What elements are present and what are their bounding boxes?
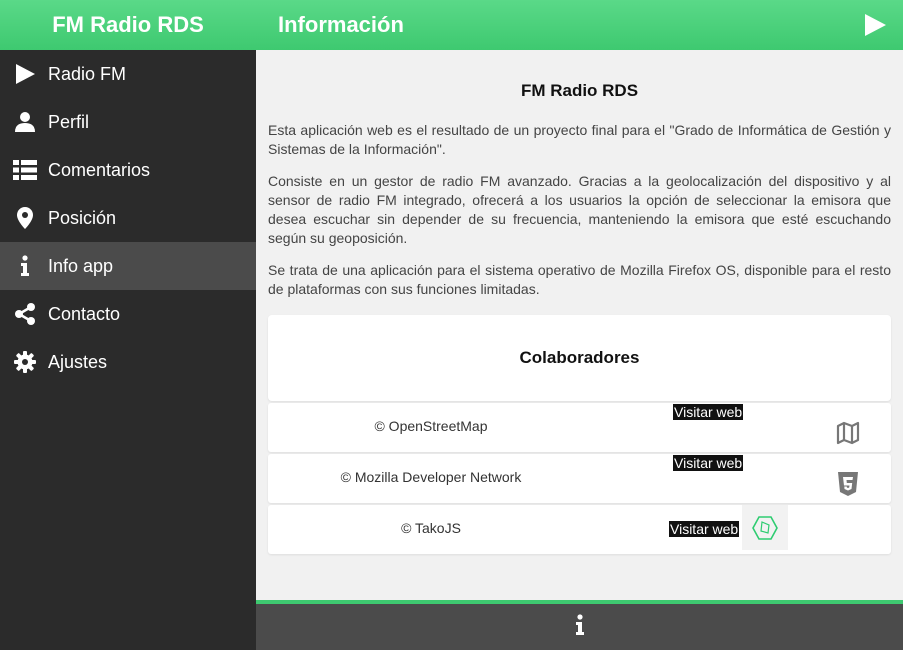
sidebar-item-radio-fm[interactable]: Radio FM bbox=[0, 50, 256, 98]
sidebar-item-label: Contacto bbox=[48, 303, 121, 324]
app-title: FM Radio RDS bbox=[52, 12, 204, 37]
page-title: Información bbox=[278, 12, 404, 37]
info-icon[interactable] bbox=[574, 613, 586, 641]
collaborator-row: © Mozilla Developer Network Visitar web bbox=[268, 454, 891, 503]
play-icon[interactable] bbox=[863, 13, 887, 37]
html5-icon bbox=[837, 472, 861, 496]
sidebar: FM Radio RDS Radio FM Perfil Comentarios… bbox=[0, 0, 256, 650]
map-icon bbox=[836, 421, 860, 445]
list-icon bbox=[0, 160, 48, 180]
sidebar-item-contacto[interactable]: Contacto bbox=[0, 290, 256, 338]
collaborator-name: © TakoJS bbox=[401, 520, 461, 536]
user-icon bbox=[0, 111, 48, 133]
sidebar-item-label: Comentarios bbox=[48, 159, 151, 180]
top-bar: Información bbox=[256, 0, 903, 50]
visit-web-link[interactable]: Visitar web bbox=[673, 404, 744, 420]
sidebar-item-label: Posición bbox=[48, 207, 117, 228]
collaborator-name: © OpenStreetMap bbox=[374, 418, 488, 434]
sidebar-item-posicion[interactable]: Posición bbox=[0, 194, 256, 242]
gear-icon bbox=[0, 351, 48, 373]
collaborator-row: © OpenStreetMap Visitar web bbox=[268, 403, 891, 452]
takojs-logo-icon bbox=[742, 505, 788, 550]
map-marker-icon bbox=[0, 207, 48, 229]
info-icon bbox=[0, 255, 48, 277]
sidebar-item-comentarios[interactable]: Comentarios bbox=[0, 146, 256, 194]
sidebar-item-ajustes[interactable]: Ajustes bbox=[0, 338, 256, 386]
sidebar-item-perfil[interactable]: Perfil bbox=[0, 98, 256, 146]
sidebar-item-label: Info app bbox=[48, 255, 114, 276]
share-icon bbox=[0, 303, 48, 325]
sidebar-item-label: Perfil bbox=[48, 111, 90, 132]
play-icon bbox=[0, 63, 48, 85]
description-paragraph: Esta aplicación web es el resultado de u… bbox=[268, 122, 891, 157]
visit-web-link[interactable]: Visitar web bbox=[669, 521, 740, 537]
sidebar-header: FM Radio RDS bbox=[0, 0, 256, 50]
main-content: FM Radio RDS Esta aplicación web es el r… bbox=[256, 50, 903, 600]
visit-web-link[interactable]: Visitar web bbox=[673, 455, 744, 471]
collaborators-header: Colaboradores bbox=[268, 315, 891, 401]
app-heading: FM Radio RDS bbox=[520, 81, 639, 100]
collaborator-name: © Mozilla Developer Network bbox=[340, 469, 522, 485]
sidebar-item-label: Ajustes bbox=[48, 351, 108, 372]
collaborator-row: © TakoJS Visitar web bbox=[268, 505, 891, 554]
description-paragraph: Consiste en un gestor de radio FM avanza… bbox=[268, 173, 891, 246]
bottom-bar bbox=[256, 600, 903, 650]
sidebar-item-label: Radio FM bbox=[48, 63, 127, 84]
sidebar-item-info-app[interactable]: Info app bbox=[0, 242, 256, 290]
collaborators-title: Colaboradores bbox=[519, 348, 640, 367]
description-paragraph: Se trata de una aplicación para el siste… bbox=[268, 262, 891, 297]
